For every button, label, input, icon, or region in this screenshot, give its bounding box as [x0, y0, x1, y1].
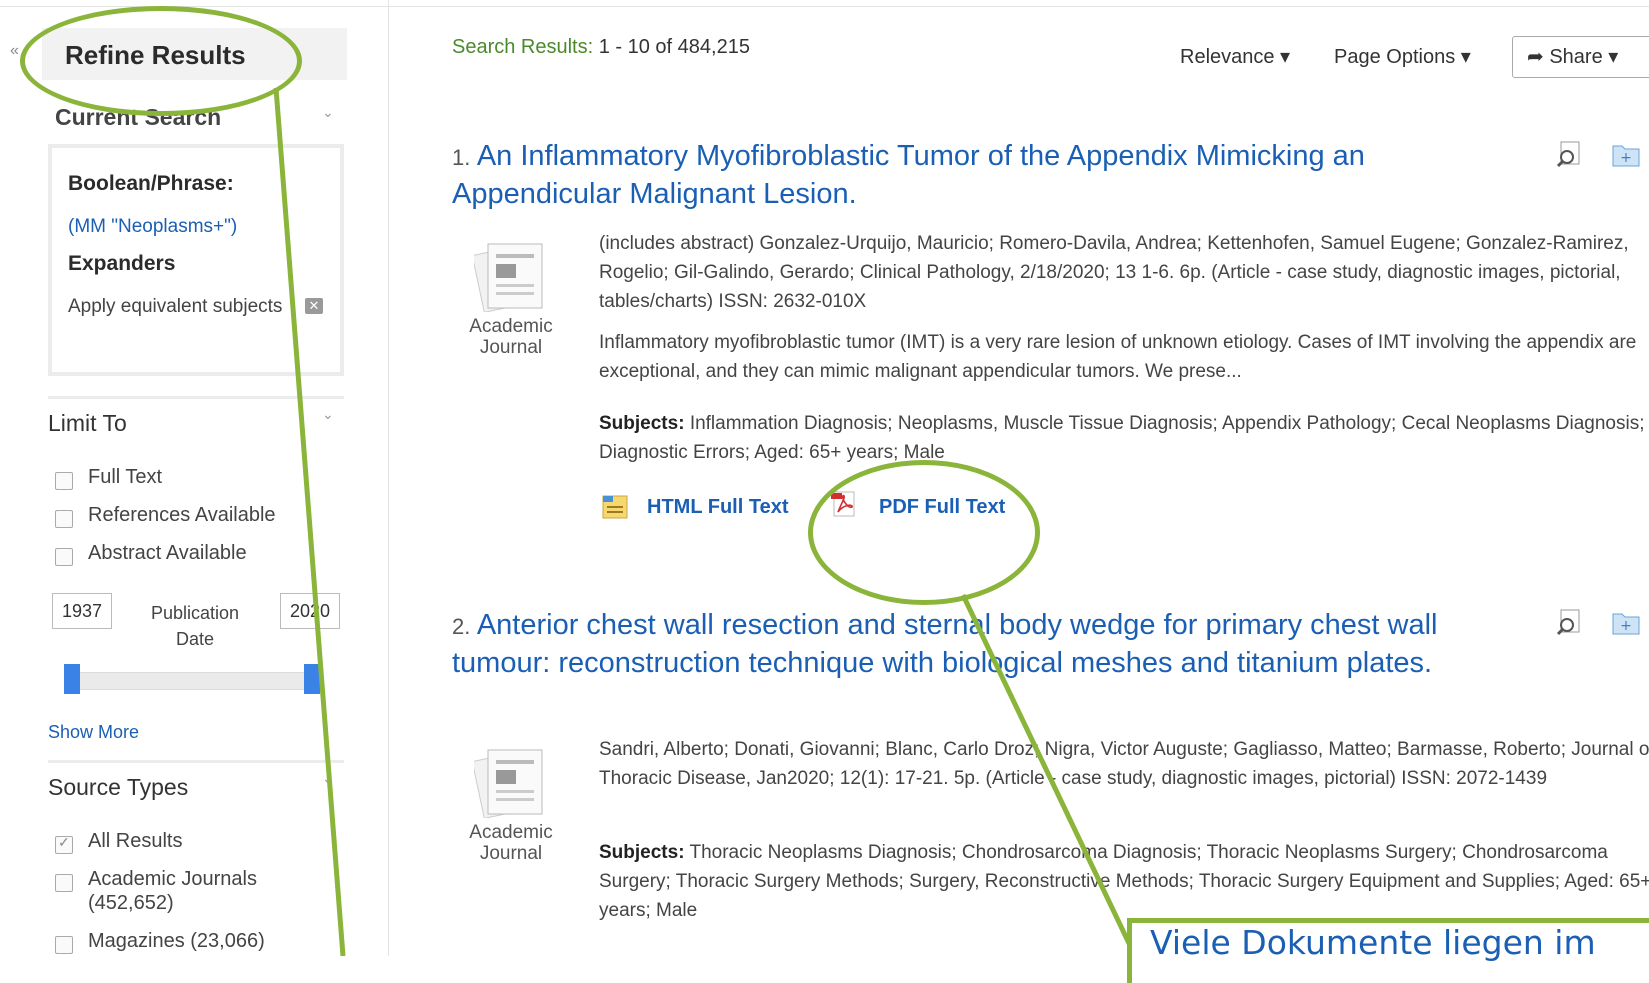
academic-journal-icon: [474, 749, 543, 818]
svg-text:+: +: [1620, 150, 1632, 166]
results-label: Search Results:: [452, 36, 594, 58]
annotation-ellipse-refine: [20, 6, 302, 116]
academic-journals-checkbox[interactable]: [55, 874, 73, 892]
chevron-down-icon[interactable]: ⌄: [322, 406, 334, 423]
html-full-text-link[interactable]: HTML Full Text: [647, 496, 788, 519]
results-count: Search Results: 1 - 10 of 484,215: [452, 36, 750, 59]
show-more-link[interactable]: Show More: [48, 722, 139, 743]
sort-relevance-dropdown[interactable]: Relevance ▾: [1180, 44, 1290, 69]
result-citation: Sandri, Alberto; Donati, Giovanni; Blanc…: [599, 739, 1649, 789]
divider: [48, 760, 344, 763]
divider: [48, 396, 344, 399]
date-range-slider[interactable]: [72, 672, 308, 690]
result-number: 1.: [452, 145, 471, 170]
year-to-input[interactable]: 2020: [280, 593, 340, 629]
all-results-checkbox[interactable]: [55, 834, 73, 854]
result-citation: (includes abstract) Gonzalez-Urquijo, Ma…: [599, 233, 1629, 312]
result-title-1[interactable]: 1. An Inflammatory Myofibroblastic Tumor…: [452, 138, 1532, 212]
svg-text:+: +: [1620, 618, 1632, 634]
result-subjects: Subjects: Inflammation Diagnosis; Neopla…: [599, 413, 1645, 463]
magazines-checkbox[interactable]: [55, 936, 73, 954]
search-query-link[interactable]: (MM "Neoplasms+"): [68, 216, 237, 238]
remove-expander-icon[interactable]: ✕: [305, 298, 323, 314]
abstract-available-checkbox[interactable]: [55, 548, 73, 566]
abstract-available-label[interactable]: Abstract Available: [88, 541, 247, 565]
publication-date-label: Publication Date: [150, 603, 240, 649]
expander-value: Apply equivalent subjects: [68, 296, 283, 317]
result-subjects: Subjects: Thoracic Neoplasms Diagnosis; …: [599, 842, 1649, 921]
academic-journal-icon: [474, 243, 543, 312]
full-text-label[interactable]: Full Text: [88, 465, 162, 489]
publication-type-label: Academic Journal: [469, 822, 553, 864]
share-button[interactable]: ➦ Share ▾: [1512, 36, 1649, 78]
all-results-label[interactable]: All Results: [88, 829, 182, 853]
publication-type-label: Academic Journal: [469, 316, 553, 358]
source-types-heading[interactable]: Source Types: [48, 774, 188, 801]
sidebar-divider: [388, 0, 389, 956]
result-title-link[interactable]: Anterior chest wall resection and sterna…: [452, 609, 1438, 679]
result-title-2[interactable]: 2. Anterior chest wall resection and ste…: [452, 607, 1532, 681]
chevron-down-icon[interactable]: ⌄: [322, 104, 334, 121]
annotation-ellipse-pdf: [808, 460, 1040, 605]
expanders-label: Expanders: [68, 252, 176, 275]
result-number: 2.: [452, 614, 471, 639]
slider-handle-end[interactable]: [304, 664, 320, 694]
year-from-input[interactable]: 1937: [52, 593, 112, 629]
magazines-label[interactable]: Magazines (23,066): [88, 929, 265, 953]
top-border: [0, 0, 1649, 7]
share-icon: ➦: [1527, 46, 1544, 68]
add-to-folder-icon[interactable]: +: [1612, 608, 1640, 636]
references-available-checkbox[interactable]: [55, 510, 73, 528]
boolean-phrase-label: Boolean/Phrase:: [68, 172, 234, 195]
academic-journals-label[interactable]: Academic Journals (452,652): [88, 867, 288, 915]
collapse-sidebar-icon[interactable]: «: [10, 42, 19, 60]
result-title-link[interactable]: An Inflammatory Myofibroblastic Tumor of…: [452, 140, 1365, 210]
page-options-dropdown[interactable]: Page Options ▾: [1334, 44, 1471, 69]
references-available-label[interactable]: References Available: [88, 503, 276, 527]
slider-handle-start[interactable]: [64, 664, 80, 694]
add-to-folder-icon[interactable]: +: [1612, 140, 1640, 168]
full-text-checkbox[interactable]: [55, 472, 73, 490]
share-label: Share ▾: [1549, 46, 1619, 68]
result-abstract: Inflammatory myofibroblastic tumor (IMT)…: [599, 332, 1637, 382]
preview-magnifier-icon[interactable]: [1556, 608, 1584, 636]
preview-magnifier-icon[interactable]: [1556, 140, 1584, 168]
limit-to-heading[interactable]: Limit To: [48, 410, 127, 437]
chevron-down-icon[interactable]: ⌄: [322, 770, 334, 787]
annotation-callout: Viele Dokumente liegen im: [1127, 918, 1649, 983]
results-range: 1 - 10 of 484,215: [598, 36, 750, 58]
html-full-text-icon[interactable]: [601, 492, 629, 520]
